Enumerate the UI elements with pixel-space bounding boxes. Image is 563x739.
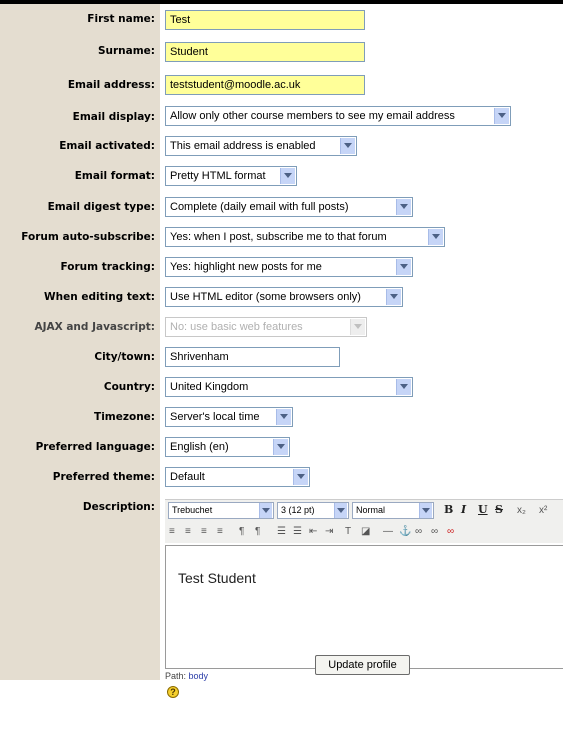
html-editor: Trebuchet 3 (12 pt) Normal B I U S x₂ x²… [165,499,563,739]
email-format-label: Email format: [74,170,155,182]
font-size-select[interactable]: 3 (12 pt) [277,502,349,519]
theme-select[interactable]: Default [165,467,310,487]
email-activated-select[interactable]: This email address is enabled [165,136,357,156]
strikethrough-button[interactable]: S [495,503,503,517]
email-display-select[interactable]: Allow only other course members to see m… [165,106,511,126]
editor-toolbar-row-1: Trebuchet 3 (12 pt) Normal B I U S x₂ x² [165,499,563,522]
chevron-down-icon [273,439,288,455]
email-display-label: Email display: [72,111,155,123]
underline-button[interactable]: U [478,503,488,517]
chevron-down-icon [396,379,411,395]
format-value: Normal [356,505,386,515]
forum-tracking-label: Forum tracking: [60,261,156,273]
ordered-list-icon[interactable]: ☰ [277,526,286,538]
chevron-down-icon [350,319,365,335]
chevron-down-icon [334,503,347,518]
font-size-value: 3 (12 pt) [281,505,315,515]
horizontal-rule-icon[interactable]: — [383,526,393,538]
link-icon[interactable]: ∞ [415,526,422,538]
chevron-down-icon [494,108,509,124]
unlink-icon[interactable]: ∞ [431,526,438,538]
description-editor-area[interactable]: Test Student [165,545,563,669]
chevron-down-icon [276,409,291,425]
indent-icon[interactable]: ⇥ [325,526,333,538]
country-select[interactable]: United Kingdom [165,377,413,397]
city-label: City/town: [94,351,155,363]
bold-button[interactable]: B [444,503,453,517]
ajax-select: No: use basic web features [165,317,367,337]
email-digest-value: Complete (daily email with full posts) [170,201,349,213]
ajax-label: AJAX and Javascript: [34,321,155,333]
format-select[interactable]: Normal [352,502,434,519]
city-input[interactable]: Shrivenham [165,347,340,367]
chevron-down-icon [259,503,272,518]
text-color-icon[interactable]: T [345,526,351,538]
ajax-value: No: use basic web features [170,321,303,333]
theme-label: Preferred theme: [52,471,155,483]
align-center-icon[interactable]: ≡ [185,526,191,538]
unordered-list-icon[interactable]: ☰ [293,526,302,538]
anchor-icon[interactable]: ⚓ [399,526,411,538]
forum-autosubscribe-label: Forum auto-subscribe: [21,231,155,243]
label-column [0,4,160,680]
chevron-down-icon [396,199,411,215]
country-label: Country: [103,381,155,393]
language-label: Preferred language: [35,441,155,453]
forum-tracking-value: Yes: highlight new posts for me [170,261,322,273]
email-digest-select[interactable]: Complete (daily email with full posts) [165,197,413,217]
bg-color-icon[interactable]: ◪ [361,526,370,538]
email-display-value: Allow only other course members to see m… [170,110,455,122]
chevron-down-icon [428,229,443,245]
chevron-down-icon [386,289,401,305]
country-value: United Kingdom [170,381,249,393]
chevron-down-icon [293,469,308,485]
description-label: Description: [82,501,155,513]
email-format-select[interactable]: Pretty HTML format [165,166,297,186]
surname-input[interactable]: Student [165,42,365,62]
email-address-input[interactable]: teststudent@moodle.ac.uk [165,75,365,95]
surname-label: Surname: [97,45,155,57]
editing-text-label: When editing text: [44,291,155,303]
align-justify-icon[interactable]: ≡ [217,526,223,538]
description-content: Test Student [178,570,256,586]
forum-tracking-select[interactable]: Yes: highlight new posts for me [165,257,413,277]
italic-button[interactable]: I [461,503,466,517]
theme-value: Default [170,471,205,483]
ltr-icon[interactable]: ¶ [239,526,244,538]
language-select[interactable]: English (en) [165,437,290,457]
chevron-down-icon [419,503,432,518]
align-left-icon[interactable]: ≡ [169,526,175,538]
email-format-value: Pretty HTML format [170,170,266,182]
subscript-icon[interactable]: x₂ [517,505,526,517]
timezone-value: Server's local time [170,411,260,423]
rtl-icon[interactable]: ¶ [255,526,260,538]
chevron-down-icon [280,168,295,184]
editor-toolbar-row-2: ≡ ≡ ≡ ≡ ¶ ¶ ☰ ☰ ⇤ ⇥ T ◪ — ⚓ ∞ ∞ ∞ [165,521,563,543]
update-profile-button[interactable]: Update profile [315,655,410,675]
first-name-input[interactable]: Test [165,10,365,30]
outdent-icon[interactable]: ⇤ [309,526,317,538]
email-activated-label: Email activated: [59,140,155,152]
nolink-icon[interactable]: ∞ [447,526,454,538]
chevron-down-icon [340,138,355,154]
align-right-icon[interactable]: ≡ [201,526,207,538]
superscript-icon[interactable]: x² [539,505,547,517]
font-family-value: Trebuchet [172,505,213,515]
email-address-label: Email address: [67,79,155,91]
timezone-label: Timezone: [94,411,155,423]
timezone-select[interactable]: Server's local time [165,407,293,427]
chevron-down-icon [396,259,411,275]
path-label: Path: [165,671,187,681]
editing-text-value: Use HTML editor (some browsers only) [170,291,361,303]
path-body-link[interactable]: body [189,671,209,681]
first-name-label: First name: [87,13,155,25]
editing-text-select[interactable]: Use HTML editor (some browsers only) [165,287,403,307]
forum-autosubscribe-select[interactable]: Yes: when I post, subscribe me to that f… [165,227,445,247]
email-activated-value: This email address is enabled [170,140,316,152]
email-digest-label: Email digest type: [47,201,155,213]
language-value: English (en) [170,441,229,453]
font-family-select[interactable]: Trebuchet [168,502,274,519]
forum-autosubscribe-value: Yes: when I post, subscribe me to that f… [170,231,387,243]
help-icon[interactable]: ? [167,686,179,698]
